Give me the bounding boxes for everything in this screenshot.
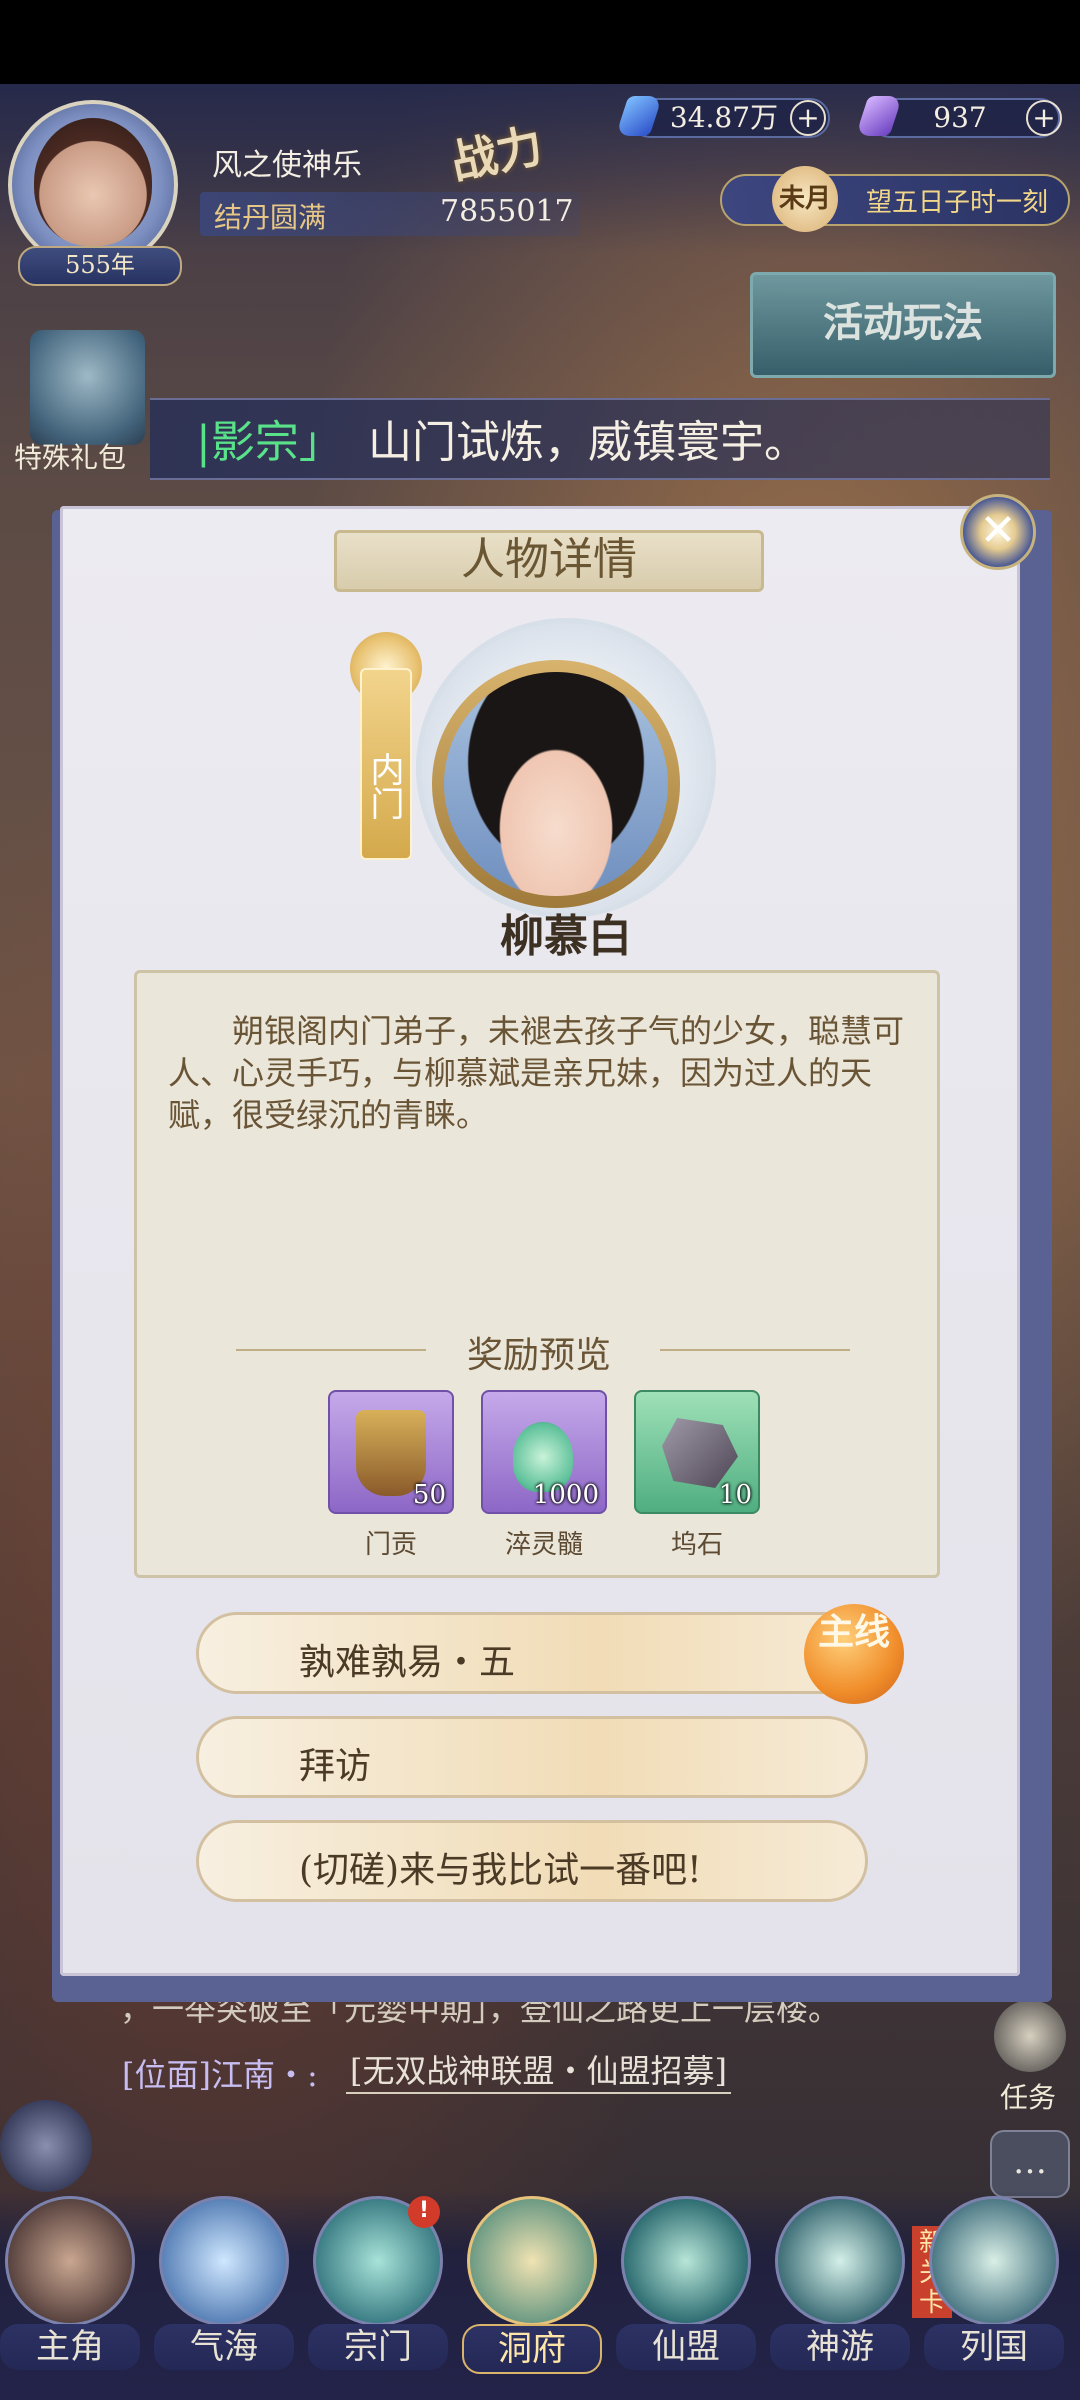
reward-name: 淬灵髓: [504, 1530, 583, 1560]
add-jade-button[interactable]: +: [1026, 100, 1062, 136]
notification-badge: !: [408, 2196, 440, 2228]
chat-button[interactable]: …: [990, 2130, 1070, 2198]
reward-slot[interactable]: 10: [634, 1390, 760, 1514]
notice-text: 山门试炼，威镇寰宇。: [368, 417, 808, 468]
activity-button[interactable]: 活动玩法: [750, 272, 1056, 378]
gift-chest-icon[interactable]: [30, 330, 145, 445]
nav-label: 洞府: [462, 2324, 602, 2374]
news-channel: [位面]江南・:: [122, 2056, 318, 2094]
avatar-portrait: [34, 118, 152, 246]
meditation-icon: [159, 2196, 289, 2326]
choice-main-quest[interactable]: 孰难孰易・五: [196, 1612, 868, 1694]
moon-icon: 未月: [772, 166, 838, 232]
nav-label: 主角: [0, 2324, 140, 2370]
choice-visit[interactable]: 拜访: [196, 1716, 868, 1798]
reward-slot[interactable]: 1000: [481, 1390, 607, 1514]
character-portrait: [444, 672, 668, 896]
reward-count: 1000: [532, 1480, 599, 1510]
choice-spar[interactable]: (切磋)来与我比试一番吧!: [196, 1820, 868, 1902]
nations-icon: [929, 2196, 1059, 2326]
nav-protagonist[interactable]: 主角: [0, 2196, 140, 2386]
reward-name: 门贡: [364, 1530, 417, 1560]
combat-power-value: 7855017: [440, 194, 574, 229]
player-age: 555年: [18, 246, 182, 286]
jade-amount: 937: [933, 101, 987, 134]
game-time: 望五日子时一刻: [866, 188, 1049, 218]
character-description: 朔银阁内门弟子，未褪去孩子气的少女，聪慧可人、心灵手巧，与柳慕斌是亲兄妹，因为过…: [168, 1012, 905, 1134]
choice-label: (切磋)来与我比试一番吧!: [299, 1850, 702, 1891]
spirit-stone-amount: 34.87万: [669, 101, 779, 134]
nav-label: 神游: [770, 2324, 910, 2370]
reward-slot[interactable]: 50: [328, 1390, 454, 1514]
add-spirit-stone-button[interactable]: +: [790, 100, 826, 136]
alliance-icon: [621, 2196, 751, 2326]
choice-label: 拜访: [299, 1746, 372, 1787]
player-realm: 结丹圆满: [214, 201, 327, 234]
roam-icon: [775, 2196, 905, 2326]
inner-disciple-tag: 内门: [360, 668, 412, 860]
nav-label: 气海: [154, 2324, 294, 2370]
player-name: 风之使神乐: [212, 148, 362, 183]
choice-label: 孰难孰易・五: [299, 1642, 516, 1683]
side-menu-icon[interactable]: [0, 2100, 92, 2192]
guild-recruit-link[interactable]: [无双战神联盟・仙盟招募]: [346, 2046, 731, 2094]
nav-cave[interactable]: 洞府: [462, 2196, 602, 2386]
special-gift-label: 特殊礼包: [14, 441, 127, 474]
nav-label: 宗门: [308, 2324, 448, 2370]
cave-icon: [467, 2196, 597, 2326]
nav-qihai[interactable]: 气海: [154, 2196, 294, 2386]
nav-label: 列国: [924, 2324, 1064, 2370]
reward-count: 10: [718, 1480, 752, 1510]
modal-title: 人物详情: [461, 534, 637, 585]
close-button[interactable]: ✕: [960, 494, 1036, 570]
reward-name: 坞石: [670, 1530, 723, 1560]
character-name: 柳慕白: [500, 911, 632, 962]
protagonist-icon: [5, 2196, 135, 2326]
status-bar: [0, 0, 1080, 84]
task-button[interactable]: 任务: [984, 2000, 1072, 2114]
nav-label: 仙盟: [616, 2324, 756, 2370]
notice-sect: |影宗」: [196, 417, 343, 468]
divider: [660, 1349, 850, 1351]
nav-alliance[interactable]: 仙盟: [616, 2196, 756, 2386]
divider: [236, 1349, 426, 1351]
nav-roam[interactable]: 神游: [770, 2196, 910, 2386]
reward-count: 50: [412, 1480, 446, 1510]
nav-nations[interactable]: 列国: [924, 2196, 1064, 2386]
reward-preview-title: 奖励预览: [466, 1335, 611, 1376]
ore-stone-icon: [662, 1418, 738, 1488]
main-quest-badge: 主线: [804, 1604, 904, 1704]
